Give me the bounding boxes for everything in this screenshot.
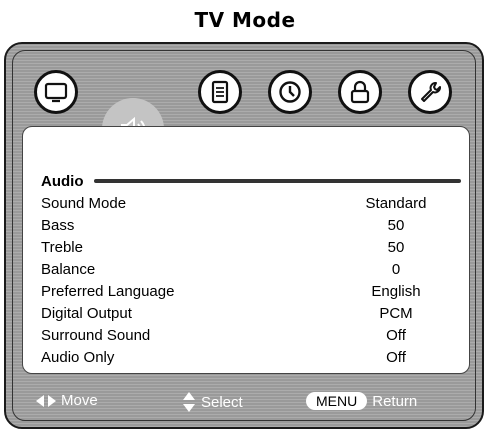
menu-item-label: Preferred Language	[41, 283, 175, 300]
menu-item-label: Digital Output	[41, 305, 132, 322]
tab-lock[interactable]	[338, 70, 382, 114]
left-right-arrows-icon	[36, 394, 56, 407]
menu-item-label: Bass	[41, 217, 75, 234]
menu-key-pill: MENU	[306, 392, 368, 410]
return-label: Return	[372, 392, 418, 410]
tab-tools[interactable]	[408, 70, 452, 114]
move-hint: Move	[36, 392, 98, 409]
menu-item-value: Off	[386, 349, 406, 366]
menu-item-value: 50	[387, 239, 405, 256]
menu-item-value: Standard	[365, 195, 427, 212]
tab-timer[interactable]	[268, 70, 312, 114]
menu-item-label: Treble	[41, 239, 83, 256]
wrench-icon	[421, 82, 441, 102]
page-title: TV Mode	[194, 8, 296, 32]
section-divider	[93, 179, 461, 183]
section-header: Audio	[41, 171, 461, 191]
menu-item-preferred-language[interactable]: Preferred Language English	[41, 281, 461, 303]
clock-icon	[279, 81, 301, 103]
select-hint: Select	[182, 392, 243, 412]
menu-item-label: Balance	[41, 261, 96, 278]
menu-item-digital-output[interactable]: Digital Output PCM	[41, 303, 461, 325]
tab-picture[interactable]	[34, 70, 78, 114]
lock-icon	[350, 80, 370, 104]
select-label: Select	[201, 393, 243, 411]
tv-menu-frame: Audio Sound Mode Standard Bass 50 Treble…	[4, 42, 484, 429]
menu-item-surround-sound[interactable]: Surround Sound Off	[41, 325, 461, 347]
move-label: Move	[61, 392, 98, 409]
menu-item-value: PCM	[379, 305, 413, 322]
section-title: Audio	[41, 172, 84, 190]
menu-item-sound-mode[interactable]: Sound Mode Standard	[41, 193, 461, 215]
menu-item-bass[interactable]: Bass 50	[41, 215, 461, 237]
tab-setup[interactable]	[198, 70, 242, 114]
footer-key-hints: Move Select MENU Return	[14, 382, 476, 418]
menu-item-audio-only[interactable]: Audio Only Off	[41, 347, 461, 369]
menu-item-value: 50	[387, 217, 405, 234]
up-down-arrows-icon	[183, 392, 195, 412]
document-icon	[211, 80, 229, 104]
menu-item-label: Audio Only	[41, 349, 115, 366]
monitor-icon	[44, 82, 68, 103]
menu-item-value: 0	[391, 261, 401, 278]
menu-item-label: Sound Mode	[41, 195, 127, 212]
menu-item-value: English	[371, 283, 421, 300]
menu-item-label: Surround Sound	[41, 327, 151, 344]
menu-item-balance[interactable]: Balance 0	[41, 259, 461, 281]
menu-item-treble[interactable]: Treble 50	[41, 237, 461, 259]
audio-menu-panel: Audio Sound Mode Standard Bass 50 Treble…	[22, 126, 470, 374]
menu-item-value: Off	[386, 327, 406, 344]
return-hint: MENU Return	[306, 392, 417, 410]
